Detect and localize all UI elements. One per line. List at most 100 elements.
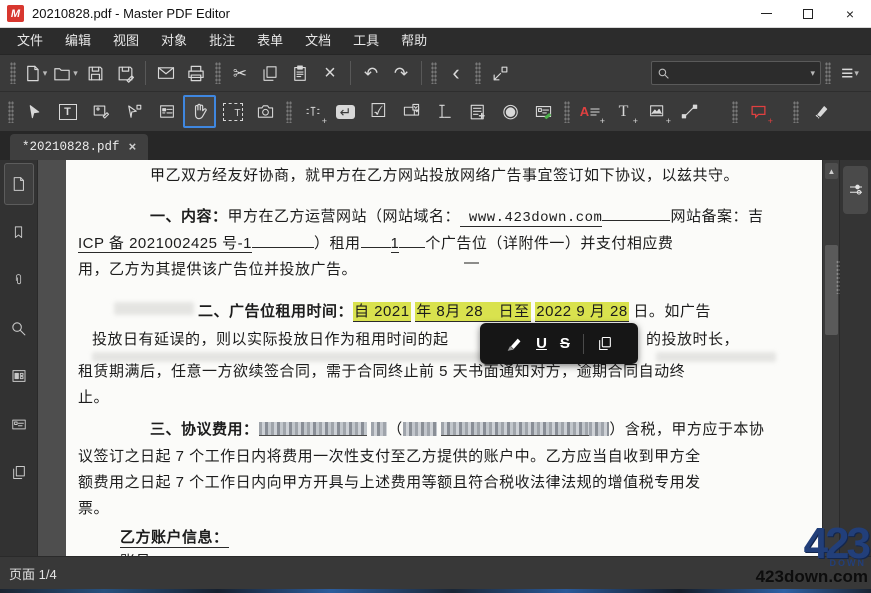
form-list-tool-button[interactable] [150, 95, 183, 128]
cut-button[interactable]: ✂ [225, 59, 255, 87]
tab-close-icon[interactable]: × [129, 140, 137, 155]
snapshot-tool-button[interactable] [249, 95, 282, 128]
vertical-scrollbar[interactable]: ▲ [822, 160, 839, 556]
menu-object[interactable]: 对象 [150, 28, 198, 54]
sidebar-form-fields-button[interactable] [4, 355, 34, 397]
edit-forms-tool-button[interactable] [117, 95, 150, 128]
toolbar-menu-button[interactable]: ≡▾ [835, 59, 865, 87]
toolbar-grip[interactable] [732, 101, 738, 123]
hand-tool-button[interactable] [183, 95, 216, 128]
add-comment-annotation-button[interactable]: + [742, 95, 775, 128]
scissors-icon: ✂ [233, 65, 247, 82]
open-file-button[interactable]: ▾ [50, 59, 80, 87]
edit-image-tool-button[interactable] [84, 95, 117, 128]
toolbar-grip[interactable] [215, 62, 221, 84]
save-button[interactable] [80, 59, 110, 87]
search-input[interactable] [674, 66, 805, 80]
toolbar-grip[interactable] [564, 101, 570, 123]
save-as-button[interactable] [110, 59, 140, 87]
doc-sec3-line3: 额费用之日起 7 个工作日内向甲方开具与上述费用等额且符合税收法律法规的增值税专… [78, 471, 701, 492]
doc-stray-dash: — [464, 254, 480, 271]
menu-annotate[interactable]: 批注 [198, 28, 246, 54]
enter-key-field-button[interactable]: ↵ [329, 95, 362, 128]
sec1-fill-count: 1 [391, 235, 400, 253]
strikethrough-button[interactable]: S [560, 335, 570, 352]
add-text-field-button[interactable]: + [296, 95, 329, 128]
toolbar-grip[interactable] [793, 101, 799, 123]
select-tool-button[interactable] [18, 95, 51, 128]
sidebar-search-button[interactable] [4, 307, 34, 349]
menu-help[interactable]: 帮助 [390, 28, 438, 54]
scroll-up-button[interactable]: ▲ [825, 163, 838, 179]
sec2-heading: 二、广告位租用时间： [198, 303, 353, 320]
doc-sec3-line2: 议签订之日起 7 个工作日内将费用一次性支付至乙方提供的账户中。乙方应当自收到甲… [78, 445, 701, 466]
toolbar-grip[interactable] [8, 101, 14, 123]
redo-button[interactable]: ↷ [386, 59, 416, 87]
sec2-highlight3[interactable]: 2022 9 月 28 [535, 302, 628, 322]
bottom-edge-strip [0, 589, 871, 593]
search-dropdown-icon[interactable]: ▾ [810, 68, 815, 79]
toolbar-grip[interactable] [431, 62, 437, 84]
tab-20210828[interactable]: *20210828.pdf × [10, 134, 148, 160]
add-signature-field-button[interactable] [527, 95, 560, 128]
blank-underline [399, 234, 425, 248]
sec2-highlight1[interactable]: 自 2021 [353, 302, 411, 322]
doc-sec1-line3: 用，乙方为其提供该广告位并投放广告。 [78, 258, 357, 279]
add-checkbox-button[interactable]: ☑ [362, 95, 395, 128]
main-toolbar: ▾ ▾ ✂ × ↶ ↷ ‹ [0, 54, 871, 91]
sidebar-thumbnails-button[interactable] [4, 163, 34, 205]
select-text-tool-button[interactable]: T [216, 95, 249, 128]
menu-document[interactable]: 文档 [294, 28, 342, 54]
properties-toggle-button[interactable] [843, 166, 868, 214]
add-line-button[interactable] [673, 95, 706, 128]
highlight-button[interactable] [505, 335, 523, 353]
sidebar-pages-button[interactable] [4, 451, 34, 493]
copy-button[interactable] [255, 59, 285, 87]
menu-forms[interactable]: 表单 [246, 28, 294, 54]
delete-button[interactable]: × [315, 59, 345, 87]
sidebar-signatures-button[interactable] [4, 403, 34, 445]
add-note-annotation-button[interactable]: A + [574, 95, 607, 128]
redacted-text [403, 422, 437, 436]
add-radio-button[interactable]: ◉ [494, 95, 527, 128]
toolbar-grip[interactable] [10, 62, 16, 84]
previous-view-button[interactable]: ‹ [441, 59, 471, 87]
sec3-heading: 三、协议费用： [150, 421, 259, 438]
pdf-page[interactable]: 甲乙双方经友好协商，就甲方在乙方网站投放网络广告事宜签订如下协议，以兹共守。 一… [66, 160, 822, 556]
menu-edit[interactable]: 编辑 [54, 28, 102, 54]
toolbar-grip[interactable] [286, 101, 292, 123]
add-text-button[interactable]: T+ [607, 95, 640, 128]
copy-button[interactable] [597, 335, 613, 352]
highlighter-tool-button[interactable] [803, 95, 836, 128]
paste-button[interactable] [285, 59, 315, 87]
add-image-button[interactable]: + [640, 95, 673, 128]
toolbar-grip[interactable] [825, 62, 831, 84]
new-document-button[interactable]: ▾ [20, 59, 50, 87]
close-button[interactable]: × [829, 0, 871, 27]
watermark-down-text: DOWN [830, 559, 867, 568]
sidebar-bookmarks-button[interactable] [4, 211, 34, 253]
maximize-button[interactable] [787, 0, 829, 27]
edit-text-tool-button[interactable]: T [51, 95, 84, 128]
email-button[interactable] [151, 59, 181, 87]
panel-splitter-grip[interactable] [836, 260, 840, 294]
print-button[interactable] [181, 59, 211, 87]
tools-toolbar: T T + ↵ ☑ ◉ [0, 91, 871, 131]
sidebar-attachments-button[interactable] [4, 259, 34, 301]
chevron-down-icon: ▾ [73, 68, 78, 79]
underline-button[interactable]: U [536, 335, 547, 352]
sec2-highlight2[interactable]: 年 8月 28 日至 [415, 302, 530, 322]
menu-view[interactable]: 视图 [102, 28, 150, 54]
add-list-field-button[interactable] [461, 95, 494, 128]
document-viewport[interactable]: 甲乙双方经友好协商，就甲方在乙方网站投放网络广告事宜签订如下协议，以兹共守。 一… [38, 160, 822, 556]
menu-file[interactable]: 文件 [6, 28, 54, 54]
minimize-button[interactable] [745, 0, 787, 27]
add-combobox-button[interactable] [395, 95, 428, 128]
chevron-down-icon: ▾ [43, 68, 48, 79]
add-listbox-button[interactable] [428, 95, 461, 128]
toolbar-grip[interactable] [475, 62, 481, 84]
menu-tools[interactable]: 工具 [342, 28, 390, 54]
search-icon [10, 320, 27, 337]
undo-button[interactable]: ↶ [356, 59, 386, 87]
fit-page-button[interactable] [485, 59, 515, 87]
